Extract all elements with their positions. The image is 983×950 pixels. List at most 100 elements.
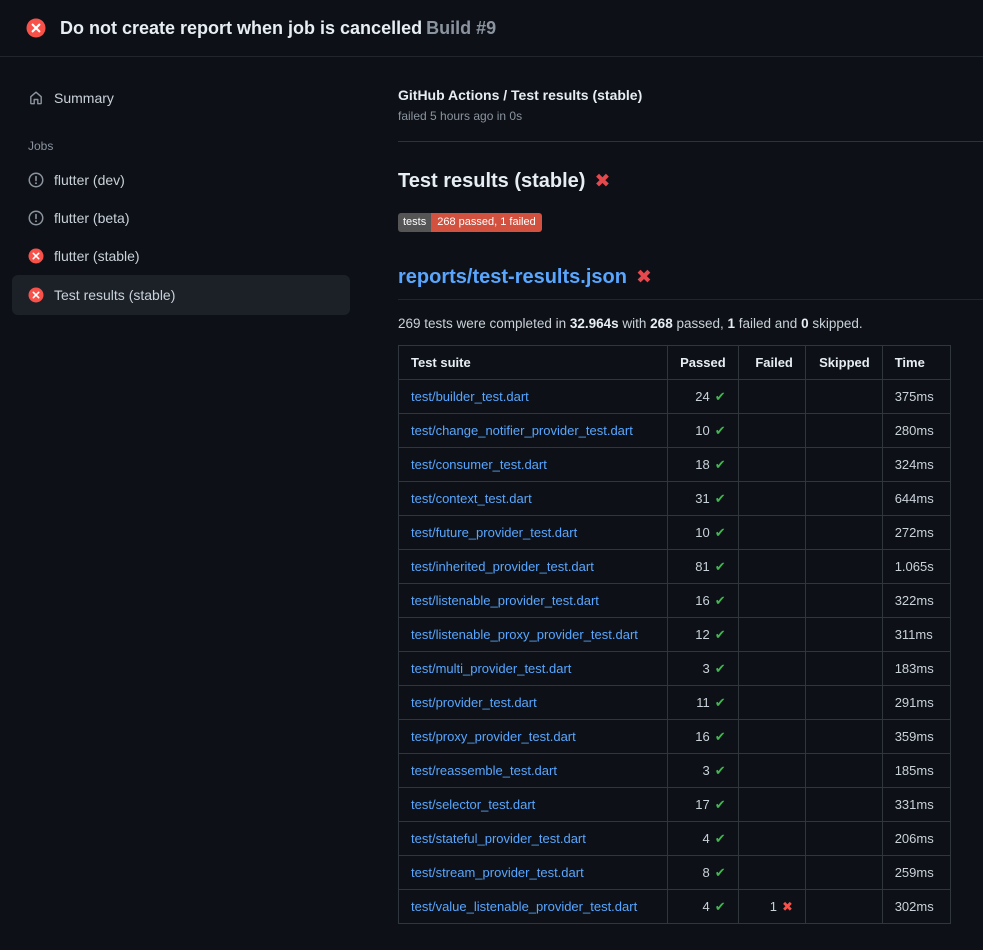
failed-cell xyxy=(738,788,805,822)
skipped-cell xyxy=(805,652,882,686)
col-header-passed: Passed xyxy=(668,346,739,380)
table-row: test/provider_test.dart 11✔ 291ms xyxy=(399,686,951,720)
summary-text: 269 tests were completed in xyxy=(398,316,570,331)
table-row: test/listenable_provider_test.dart16✔322… xyxy=(399,584,951,618)
suite-link[interactable]: test/stream_provider_test.dart xyxy=(411,865,584,880)
suite-link[interactable]: test/multi_provider_test.dart xyxy=(411,661,571,676)
passed-cell: 10✔ xyxy=(668,414,739,448)
badge-label: tests xyxy=(398,213,431,232)
time-cell: 183ms xyxy=(882,652,950,686)
breadcrumb: GitHub Actions / Test results (stable) xyxy=(398,87,983,103)
suite-cell: test/stateful_provider_test.dart xyxy=(399,822,668,856)
table-row: test/change_notifier_provider_test.dart 1… xyxy=(399,414,951,448)
cross-icon: ✖ xyxy=(782,899,793,914)
suite-link[interactable]: test/proxy_provider_test.dart xyxy=(411,729,576,744)
sidebar-item-flutter-dev[interactable]: flutter (dev) xyxy=(12,161,350,199)
sidebar-item-summary[interactable]: Summary xyxy=(12,79,350,117)
suite-link[interactable]: test/inherited_provider_test.dart xyxy=(411,559,594,574)
check-icon: ✔ xyxy=(715,627,726,642)
home-icon xyxy=(28,90,44,106)
suite-link[interactable]: test/provider_test.dart xyxy=(411,695,537,710)
suite-link[interactable]: test/builder_test.dart xyxy=(411,389,529,404)
sidebar-item-label: flutter (beta) xyxy=(54,210,129,226)
failed-cell xyxy=(738,414,805,448)
check-icon: ✔ xyxy=(715,899,726,914)
failed-cell xyxy=(738,754,805,788)
failed-cell xyxy=(738,482,805,516)
table-row: test/context_test.dart31✔644ms xyxy=(399,482,951,516)
skipped-cell xyxy=(805,720,882,754)
table-row: test/inherited_provider_test.dart81✔1.06… xyxy=(399,550,951,584)
suite-link[interactable]: test/selector_test.dart xyxy=(411,797,535,812)
suite-link[interactable]: test/stateful_provider_test.dart xyxy=(411,831,586,846)
skipped-cell xyxy=(805,788,882,822)
sidebar-item-label: Summary xyxy=(54,90,114,106)
failed-cross-icon: ✖ xyxy=(636,266,652,289)
sidebar-item-label: Test results (stable) xyxy=(54,287,175,303)
suite-cell: test/context_test.dart xyxy=(399,482,668,516)
passed-cell: 24✔ xyxy=(668,380,739,414)
skipped-cell xyxy=(805,618,882,652)
suite-cell: test/provider_test.dart xyxy=(399,686,668,720)
check-icon: ✔ xyxy=(715,695,726,710)
suite-cell: test/reassemble_test.dart xyxy=(399,754,668,788)
suite-cell: test/consumer_test.dart xyxy=(399,448,668,482)
table-header-row: Test suite Passed Failed Skipped Time xyxy=(399,346,951,380)
check-icon: ✔ xyxy=(715,389,726,404)
summary-passed-count: 268 xyxy=(650,316,673,331)
table-row: test/listenable_proxy_provider_test.dart… xyxy=(399,618,951,652)
col-header-time: Time xyxy=(882,346,950,380)
suite-link[interactable]: test/listenable_proxy_provider_test.dart xyxy=(411,627,638,642)
suite-link[interactable]: test/listenable_provider_test.dart xyxy=(411,593,599,608)
passed-cell: 16✔ xyxy=(668,584,739,618)
table-row: test/multi_provider_test.dart 3✔ 183ms xyxy=(399,652,951,686)
skipped-cell xyxy=(805,890,882,924)
sidebar-item-flutter-stable[interactable]: flutter (stable) xyxy=(12,237,350,275)
build-number: Build #9 xyxy=(426,18,496,38)
check-icon: ✔ xyxy=(715,729,726,744)
summary-duration: 32.964s xyxy=(570,316,619,331)
sidebar-item-label: flutter (dev) xyxy=(54,172,125,188)
run-status: failed 5 hours ago in 0s xyxy=(398,109,983,123)
failed-cell xyxy=(738,856,805,890)
warning-circle-icon xyxy=(28,210,44,226)
suite-cell: test/proxy_provider_test.dart xyxy=(399,720,668,754)
passed-cell: 16✔ xyxy=(668,720,739,754)
col-header-test-suite: Test suite xyxy=(399,346,668,380)
table-row: test/builder_test.dart24✔375ms xyxy=(399,380,951,414)
suite-link[interactable]: test/future_provider_test.dart xyxy=(411,525,577,540)
failed-cell: 1✖ xyxy=(738,890,805,924)
summary-text: with xyxy=(619,316,651,331)
skipped-cell xyxy=(805,380,882,414)
table-row: test/reassemble_test.dart3✔185ms xyxy=(399,754,951,788)
time-cell: 291ms xyxy=(882,686,950,720)
time-cell: 302ms xyxy=(882,890,950,924)
suite-link[interactable]: test/reassemble_test.dart xyxy=(411,763,557,778)
time-cell: 331ms xyxy=(882,788,950,822)
time-cell: 359ms xyxy=(882,720,950,754)
passed-cell: 4✔ xyxy=(668,890,739,924)
summary-text: failed and xyxy=(735,316,801,331)
summary-line: 269 tests were completed in 32.964s with… xyxy=(398,316,983,331)
section-heading-text: Test results (stable) xyxy=(398,170,585,193)
sidebar-item-test-results-stable[interactable]: Test results (stable) xyxy=(12,275,350,315)
passed-cell: 3✔ xyxy=(668,652,739,686)
skipped-cell xyxy=(805,686,882,720)
run-name: Do not create report when job is cancell… xyxy=(60,18,422,38)
report-link[interactable]: reports/test-results.json xyxy=(398,266,627,289)
table-row: test/future_provider_test.dart10✔272ms xyxy=(399,516,951,550)
check-icon: ✔ xyxy=(715,559,726,574)
sidebar: Summary Jobs flutter (dev) flut xyxy=(0,57,362,950)
suite-link[interactable]: test/change_notifier_provider_test.dart xyxy=(411,423,633,438)
failed-cell xyxy=(738,618,805,652)
check-icon: ✔ xyxy=(715,423,726,438)
passed-cell: 11✔ xyxy=(668,686,739,720)
suite-link[interactable]: test/value_listenable_provider_test.dart xyxy=(411,899,637,914)
sidebar-item-flutter-beta[interactable]: flutter (beta) xyxy=(12,199,350,237)
suite-link[interactable]: test/context_test.dart xyxy=(411,491,532,506)
check-icon: ✔ xyxy=(715,457,726,472)
check-icon: ✔ xyxy=(715,491,726,506)
suite-link[interactable]: test/consumer_test.dart xyxy=(411,457,547,472)
time-cell: 644ms xyxy=(882,482,950,516)
failed-cell xyxy=(738,686,805,720)
